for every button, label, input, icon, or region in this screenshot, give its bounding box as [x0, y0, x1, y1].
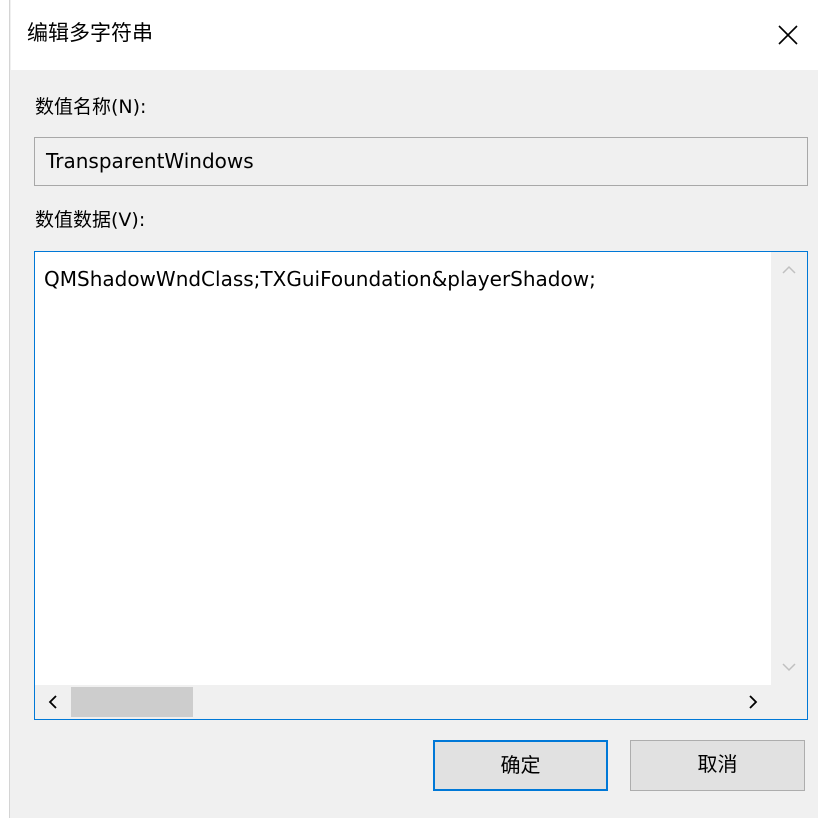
value-name-field[interactable]: TransparentWindows: [34, 137, 808, 186]
scrollbar-corner: [771, 685, 807, 719]
scroll-left-button[interactable]: [35, 685, 71, 719]
chevron-up-icon: [782, 265, 796, 274]
value-name-label: 数值名称(N):: [35, 96, 147, 118]
close-icon: [778, 25, 798, 45]
value-data-label: 数值数据(V):: [35, 209, 146, 231]
vertical-scrollbar[interactable]: [771, 252, 807, 685]
scroll-right-button[interactable]: [735, 685, 771, 719]
chevron-down-icon: [782, 663, 796, 672]
dialog-title: 编辑多字符串: [27, 21, 153, 45]
scroll-down-button[interactable]: [771, 649, 807, 685]
edit-multi-string-dialog: 编辑多字符串 数值名称(N): TransparentWindows 数值数据(…: [0, 0, 818, 818]
horizontal-scrollbar[interactable]: [35, 685, 771, 719]
chevron-right-icon: [749, 695, 758, 709]
title-bar[interactable]: 编辑多字符串: [11, 0, 818, 70]
cancel-button[interactable]: 取消: [630, 740, 805, 791]
horizontal-scroll-thumb[interactable]: [71, 687, 193, 717]
window-edge: [0, 0, 10, 818]
ok-button[interactable]: 确定: [433, 740, 608, 791]
chevron-left-icon: [48, 695, 57, 709]
value-data-text: QMShadowWndClass;TXGuiFoundation&playerS…: [44, 267, 596, 291]
scroll-up-button[interactable]: [771, 252, 807, 288]
value-data-textarea[interactable]: QMShadowWndClass;TXGuiFoundation&playerS…: [34, 251, 808, 720]
close-button[interactable]: [758, 0, 818, 70]
